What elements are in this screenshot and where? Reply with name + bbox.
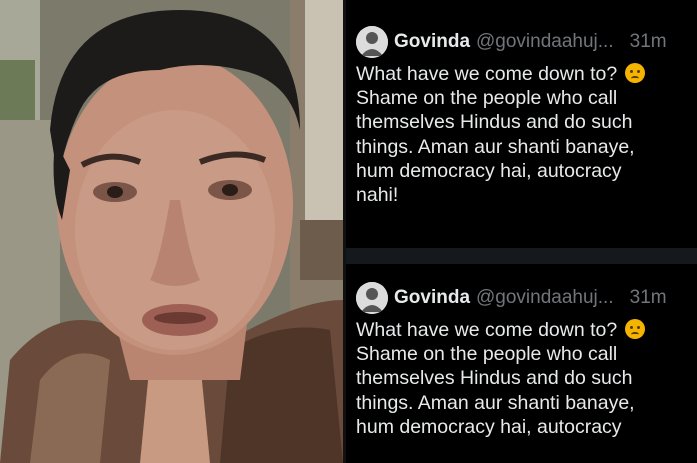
- tweet-text: What have we come down to? Shame on the …: [356, 62, 696, 207]
- tweet-line: hum democracy hai, autocracy: [356, 159, 622, 182]
- display-name[interactable]: Govinda: [394, 287, 470, 309]
- tweet-line: themselves Hindus and do such: [356, 111, 633, 134]
- avatar[interactable]: [356, 282, 388, 314]
- user-handle[interactable]: @govindaahuj...: [476, 31, 614, 53]
- tweet-line: things. Aman aur shanti banaye,: [356, 391, 635, 414]
- tweet-line: What have we come down to?: [356, 62, 696, 86]
- tweet-card[interactable]: Govinda @govindaahuj... 31m What have we…: [346, 0, 697, 248]
- tweet-separator: [346, 248, 697, 264]
- avatar[interactable]: [356, 26, 388, 58]
- tweet-line: hum democracy hai, autocracy: [356, 415, 622, 438]
- tweet-line: Shame on the people who call: [356, 343, 618, 366]
- video-frame: [0, 0, 343, 463]
- crying-face-emoji-icon: [624, 63, 645, 83]
- profile-photo-icon: [356, 26, 388, 58]
- speaker-portrait: [0, 0, 343, 463]
- tweet-header: Govinda @govindaahuj... 31m: [356, 26, 691, 58]
- tweet-card[interactable]: Govinda @govindaahuj... 31m What have we…: [346, 264, 697, 463]
- tweet-line: themselves Hindus and do such: [356, 367, 633, 390]
- tweet-line: What have we come down to?: [356, 318, 696, 342]
- tweet-line: nahi!: [356, 184, 399, 207]
- user-handle[interactable]: @govindaahuj...: [476, 287, 614, 309]
- tweet-text: What have we come down to? Shame on the …: [356, 318, 696, 439]
- profile-photo-icon: [356, 282, 388, 314]
- tweet-header: Govinda @govindaahuj... 31m: [356, 282, 691, 314]
- tweet-line: things. Aman aur shanti banaye,: [356, 135, 635, 158]
- timestamp[interactable]: 31m: [630, 287, 667, 309]
- crying-face-emoji-icon: [624, 319, 645, 339]
- tweet-line: Shame on the people who call: [356, 87, 618, 110]
- timestamp[interactable]: 31m: [630, 31, 667, 53]
- display-name[interactable]: Govinda: [394, 31, 470, 53]
